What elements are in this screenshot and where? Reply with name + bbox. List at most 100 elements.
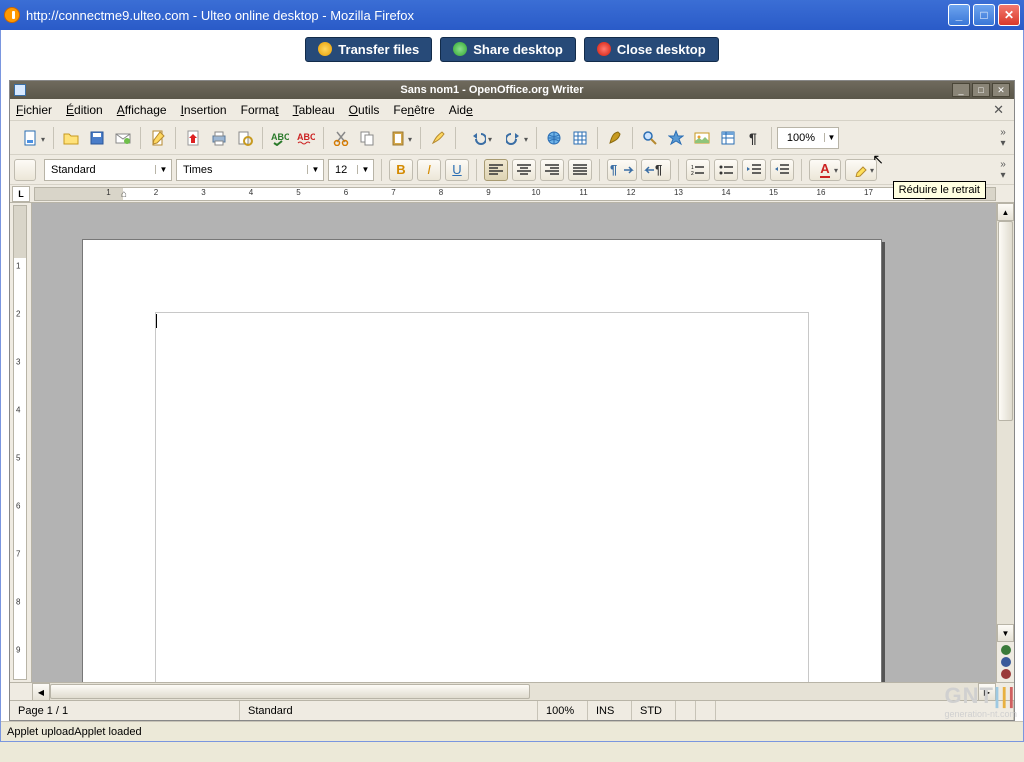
scroll-down-button[interactable]: ▼ [997, 624, 1014, 642]
style-value: Standard [45, 164, 155, 176]
ltr-button[interactable]: ¶ [607, 159, 637, 181]
document-page[interactable] [82, 239, 882, 682]
browser-minimize-button[interactable]: _ [948, 4, 970, 26]
print-preview-button[interactable] [233, 126, 257, 150]
find-button[interactable] [638, 126, 662, 150]
status-selmode[interactable]: STD [632, 701, 676, 720]
align-right-button[interactable] [540, 159, 564, 181]
font-color-button[interactable]: A [809, 159, 841, 181]
copy-button[interactable] [355, 126, 379, 150]
transfer-icon [318, 42, 332, 56]
app-maximize-button[interactable]: □ [972, 83, 990, 97]
autospell-button[interactable]: ABC [294, 126, 318, 150]
status-style[interactable]: Standard [240, 701, 538, 720]
menu-aide[interactable]: Aide [449, 103, 473, 117]
paragraph-style-combo[interactable]: Standard▼ [44, 159, 172, 181]
hyperlink-button[interactable] [542, 126, 566, 150]
openoffice-window: Sans nom1 - OpenOffice.org Writer _ □ ✕ … [9, 80, 1015, 721]
number-list-button[interactable]: 12 [686, 159, 710, 181]
next-page-button[interactable] [1001, 669, 1011, 679]
app-minimize-button[interactable]: _ [952, 83, 970, 97]
horizontal-ruler[interactable]: L ⌂ ⌂ 123456789101112131415161718 [10, 185, 1014, 203]
undo-button[interactable] [461, 126, 495, 150]
font-size-combo[interactable]: 12▼ [328, 159, 374, 181]
bold-button[interactable]: B [389, 159, 413, 181]
zoom-dropdown[interactable]: ▼ [824, 133, 838, 142]
tab-type-button[interactable]: L [12, 186, 30, 202]
draw-button[interactable] [603, 126, 627, 150]
italic-button[interactable]: I [417, 159, 441, 181]
edit-button[interactable] [146, 126, 170, 150]
tooltip: Réduire le retrait [893, 181, 986, 199]
share-label: Share desktop [473, 42, 563, 57]
fmt-overflow[interactable]: »▾ [996, 159, 1010, 181]
scroll-right-button[interactable]: ▶ [978, 683, 996, 701]
status-page[interactable]: Page 1 / 1 [10, 701, 240, 720]
hscroll-thumb[interactable] [50, 684, 530, 699]
menu-outils[interactable]: Outils [349, 103, 380, 117]
pdf-export-button[interactable] [181, 126, 205, 150]
document-canvas[interactable] [32, 203, 996, 682]
increase-indent-button[interactable] [770, 159, 794, 181]
toolbar-overflow[interactable]: »▾ [996, 127, 1010, 149]
styles-button[interactable] [14, 159, 36, 181]
share-desktop-button[interactable]: Share desktop [440, 37, 576, 62]
scroll-up-button[interactable]: ▲ [997, 203, 1014, 221]
menu-edition[interactable]: Édition [66, 103, 103, 117]
prev-page-button[interactable] [1001, 645, 1011, 655]
datasources-button[interactable] [716, 126, 740, 150]
cut-button[interactable] [329, 126, 353, 150]
scroll-left-button[interactable]: ◀ [32, 683, 50, 701]
vertical-ruler[interactable]: 123456789 [10, 203, 32, 682]
status-modified [676, 701, 696, 720]
transfer-files-button[interactable]: Transfer files [305, 37, 432, 62]
decrease-indent-button[interactable] [742, 159, 766, 181]
paste-button[interactable] [381, 126, 415, 150]
close-desktop-button[interactable]: Close desktop [584, 37, 719, 62]
zoom-combo[interactable]: ▼ [777, 127, 839, 149]
menu-insertion[interactable]: Insertion [181, 103, 227, 117]
font-value: Times [177, 164, 307, 176]
spellcheck-button[interactable]: ABC [268, 126, 292, 150]
vscroll-thumb[interactable] [998, 221, 1013, 421]
navigator-button[interactable] [664, 126, 688, 150]
formatting-toolbar: Standard▼ Times▼ 12▼ B I U ¶ ¶ 12 [10, 155, 1014, 185]
menu-tableau[interactable]: Tableau [293, 103, 335, 117]
gallery-button[interactable] [690, 126, 714, 150]
format-paintbrush-button[interactable] [426, 126, 450, 150]
zoom-input[interactable] [778, 132, 824, 144]
align-center-button[interactable] [512, 159, 536, 181]
save-button[interactable] [85, 126, 109, 150]
app-title: Sans nom1 - OpenOffice.org Writer [32, 84, 952, 96]
status-zoom[interactable]: 100% [538, 701, 588, 720]
menu-affichage[interactable]: Affichage [117, 103, 167, 117]
bullet-list-button[interactable] [714, 159, 738, 181]
browser-close-button[interactable]: ✕ [998, 4, 1020, 26]
new-document-button[interactable] [14, 126, 48, 150]
app-close-button[interactable]: ✕ [992, 83, 1010, 97]
underline-button[interactable]: U [445, 159, 469, 181]
open-button[interactable] [59, 126, 83, 150]
firefox-icon [4, 7, 20, 23]
browser-statusbar: Applet uploadApplet loaded [1, 721, 1023, 741]
nonprinting-button[interactable]: ¶ [742, 126, 766, 150]
font-name-combo[interactable]: Times▼ [176, 159, 324, 181]
menu-fenetre[interactable]: Fenêtre [393, 103, 434, 117]
svg-text:2: 2 [691, 171, 694, 176]
nav-select-button[interactable] [1001, 657, 1011, 667]
document-close-button[interactable]: ✕ [989, 102, 1008, 118]
print-button[interactable] [207, 126, 231, 150]
vertical-scrollbar[interactable]: ▲ ▼ [996, 203, 1014, 682]
table-button[interactable] [568, 126, 592, 150]
browser-maximize-button[interactable]: □ [973, 4, 995, 26]
align-left-button[interactable] [484, 159, 508, 181]
status-insert[interactable]: INS [588, 701, 632, 720]
horizontal-scrollbar[interactable]: ◀ ▶ [10, 682, 1014, 700]
redo-button[interactable] [497, 126, 531, 150]
menu-format[interactable]: Format [241, 103, 279, 117]
align-justify-button[interactable] [568, 159, 592, 181]
menu-fichier[interactable]: Fichier [16, 103, 52, 117]
email-button[interactable] [111, 126, 135, 150]
svg-text:ABC: ABC [297, 132, 315, 142]
rtl-button[interactable]: ¶ [641, 159, 671, 181]
